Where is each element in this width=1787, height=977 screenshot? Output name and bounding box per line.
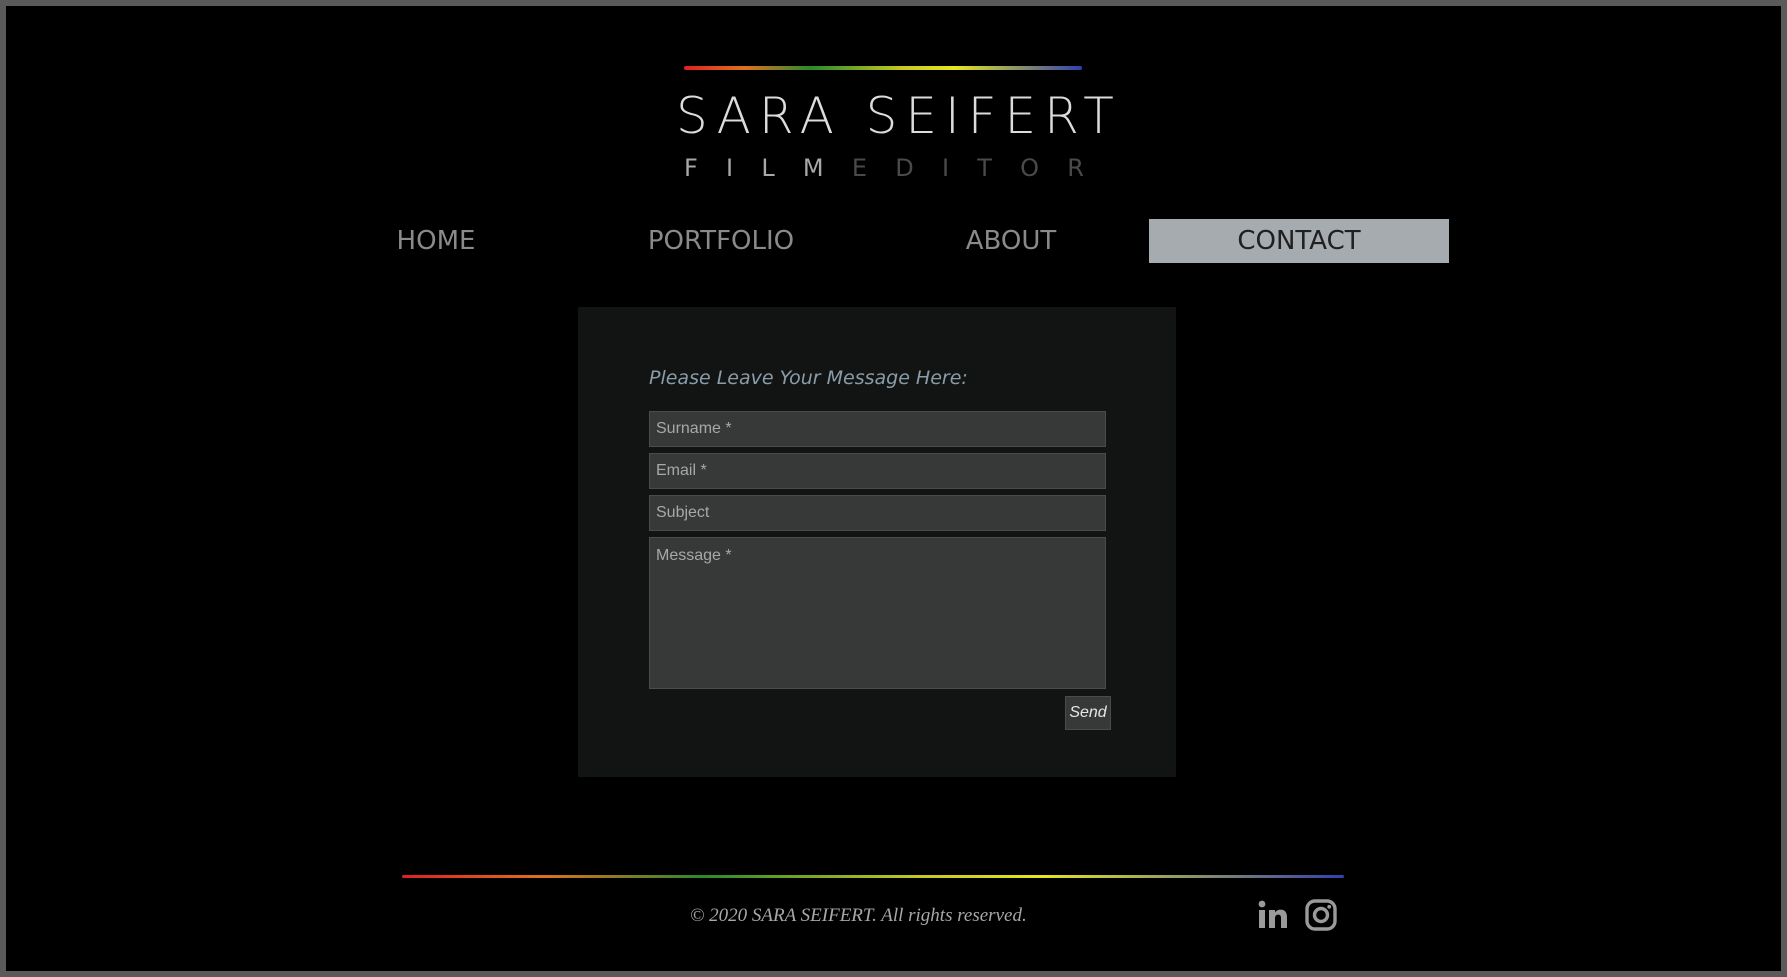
- send-button[interactable]: Send: [1065, 696, 1111, 730]
- logo-subtitle-letter: O: [1020, 154, 1040, 182]
- logo-subtitle: F I L M E D I T O R: [684, 154, 1084, 182]
- logo-subtitle-letter: T: [977, 154, 992, 182]
- email-input[interactable]: [649, 453, 1106, 489]
- nav-item-home[interactable]: HOME: [301, 219, 571, 263]
- form-title: Please Leave Your Message Here:: [649, 367, 968, 389]
- logo-subtitle-letter: M: [802, 154, 824, 182]
- logo-subtitle-letter: D: [895, 154, 914, 182]
- logo-name: SARA SEIFERT: [676, 87, 1122, 145]
- logo-rainbow-bar: [684, 66, 1082, 70]
- logo-subtitle-letter: F: [684, 154, 698, 182]
- surname-input[interactable]: [649, 411, 1106, 447]
- logo-subtitle-letter: E: [851, 154, 868, 182]
- logo-subtitle-letter: L: [761, 154, 775, 182]
- instagram-icon[interactable]: [1304, 898, 1338, 932]
- logo-subtitle-letter: I: [726, 154, 734, 182]
- logo-subtitle-letter: I: [941, 154, 950, 182]
- contact-form: Please Leave Your Message Here: Send: [578, 307, 1176, 777]
- site-logo[interactable]: SARA SEIFERT F I L M E D I T O R: [676, 66, 1114, 186]
- footer-rainbow-bar: [402, 875, 1344, 878]
- message-textarea[interactable]: [649, 537, 1106, 689]
- logo-subtitle-letter: R: [1067, 154, 1084, 182]
- page-frame: SARA SEIFERT F I L M E D I T O R HOME PO…: [6, 6, 1781, 971]
- nav-item-contact[interactable]: CONTACT: [1149, 219, 1449, 263]
- linkedin-icon[interactable]: [1256, 898, 1290, 932]
- nav-item-portfolio[interactable]: PORTFOLIO: [571, 219, 871, 263]
- subject-input[interactable]: [649, 495, 1106, 531]
- main-nav: HOME PORTFOLIO ABOUT CONTACT: [301, 219, 1449, 263]
- copyright-text: © 2020 SARA SEIFERT. All rights reserved…: [690, 905, 1027, 926]
- nav-item-about[interactable]: ABOUT: [871, 219, 1151, 263]
